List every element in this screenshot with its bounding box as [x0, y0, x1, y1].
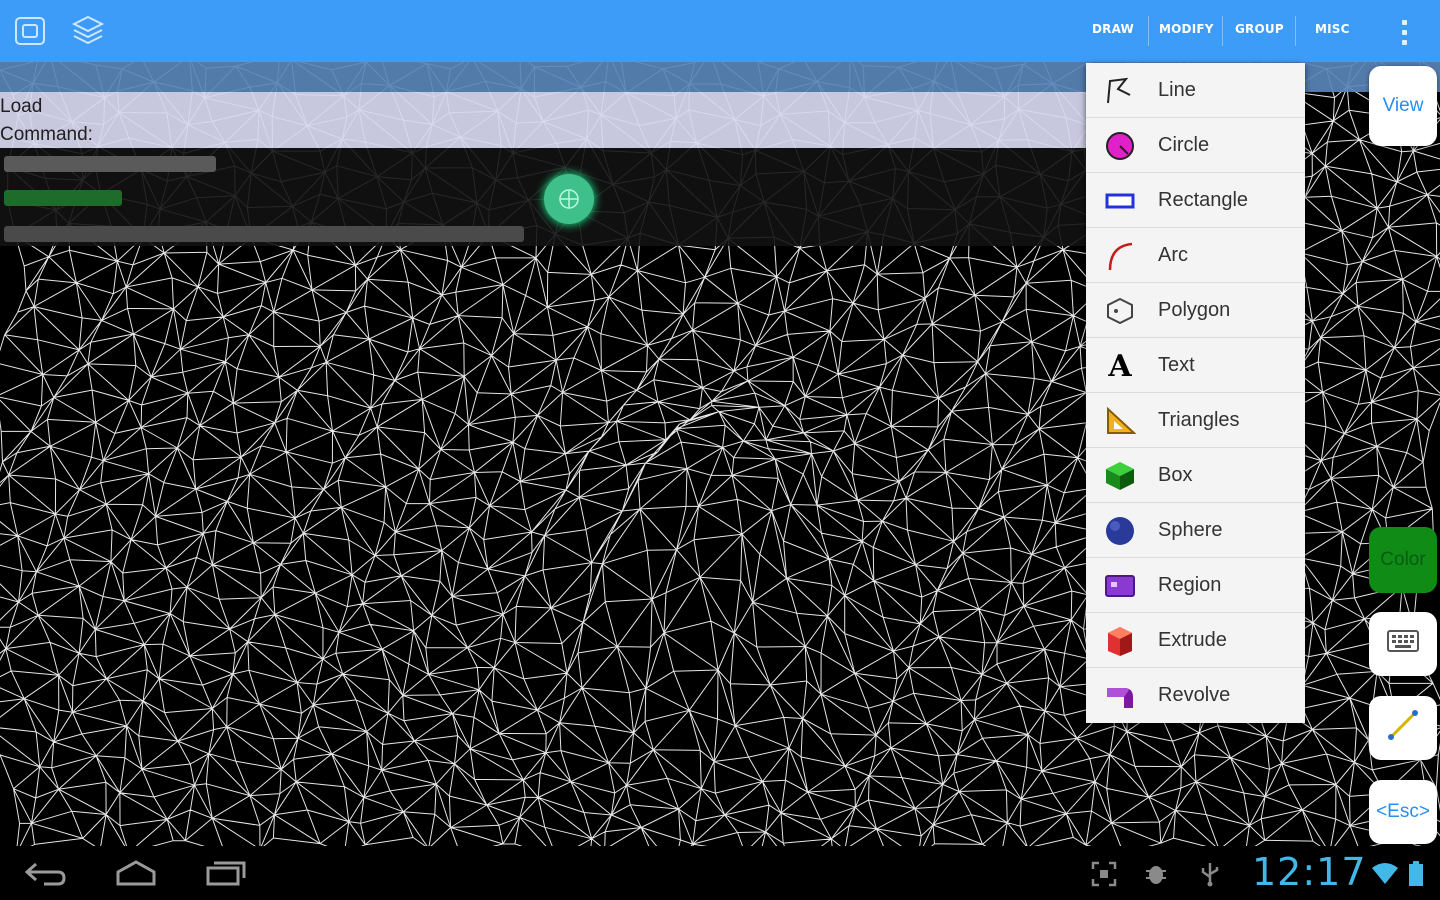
menu-item-label: Line [1158, 78, 1196, 101]
menu-divider [1222, 16, 1223, 46]
home-icon[interactable] [106, 856, 166, 890]
system-navigation-bar [0, 846, 1440, 900]
line-icon [1104, 75, 1136, 107]
sphere-icon [1104, 515, 1136, 547]
menu-item-label: Text [1158, 353, 1195, 376]
action-bar: DRAW MODIFY GROUP MISC [0, 0, 1440, 62]
menu-divider [1295, 16, 1296, 46]
text-icon: A [1108, 348, 1132, 384]
menu-item-label: Rectangle [1158, 188, 1249, 211]
log-line [4, 156, 216, 172]
menu-misc[interactable]: MISC [1315, 22, 1350, 36]
polygon-icon [1104, 295, 1136, 327]
menu-item-line[interactable]: Line [1086, 63, 1305, 118]
menu-item-arc[interactable]: Arc [1086, 228, 1305, 283]
menu-item-label: Region [1158, 573, 1222, 596]
view-button[interactable]: View [1369, 66, 1437, 146]
line-tool-button[interactable] [1369, 696, 1437, 760]
keyboard-icon [1386, 628, 1420, 660]
layers-icon[interactable] [69, 12, 107, 50]
menu-item-extrude[interactable]: Extrude [1086, 613, 1305, 668]
menu-item-label: Arc [1158, 243, 1188, 266]
menu-draw[interactable]: DRAW [1092, 22, 1134, 36]
command-prompt[interactable]: Command: [0, 124, 93, 146]
log-line [4, 190, 122, 206]
overflow-menu-icon[interactable] [1390, 14, 1418, 50]
draw-dropdown-menu: Line Circle Rectangle Arc Polygon A Text [1086, 63, 1305, 723]
menu-item-rectangle[interactable]: Rectangle [1086, 173, 1305, 228]
escape-button[interactable]: <Esc> [1369, 780, 1437, 844]
extrude-icon [1104, 625, 1136, 657]
command-panel: Load Command: [0, 92, 1086, 148]
menu-item-box[interactable]: Box [1086, 448, 1305, 503]
command-log-panel [0, 148, 1086, 246]
log-line [4, 226, 524, 242]
box-icon [1104, 460, 1136, 492]
battery-icon [1402, 860, 1430, 888]
app-window-icon[interactable] [11, 12, 49, 50]
rectangle-icon [1104, 185, 1136, 217]
usb-icon [1196, 860, 1224, 888]
debug-icon [1142, 860, 1170, 888]
wifi-icon [1371, 860, 1399, 888]
keyboard-button[interactable] [1369, 612, 1437, 676]
menu-item-label: Polygon [1158, 298, 1231, 321]
menu-item-region[interactable]: Region [1086, 558, 1305, 613]
circle-icon [1104, 130, 1136, 162]
menu-item-circle[interactable]: Circle [1086, 118, 1305, 173]
triangles-icon [1104, 405, 1136, 437]
revolve-icon [1104, 680, 1136, 712]
back-icon[interactable] [16, 856, 76, 890]
menu-modify[interactable]: MODIFY [1159, 22, 1214, 36]
menu-item-triangles[interactable]: Triangles [1086, 393, 1305, 448]
menu-item-label: Circle [1158, 133, 1210, 156]
menu-group[interactable]: GROUP [1235, 22, 1284, 36]
menu-item-sphere[interactable]: Sphere [1086, 503, 1305, 558]
menu-item-text[interactable]: A Text [1086, 338, 1305, 393]
snap-marker[interactable] [544, 174, 594, 224]
menu-item-polygon[interactable]: Polygon [1086, 283, 1305, 338]
screenshot-icon [1090, 860, 1118, 888]
menu-item-label: Revolve [1158, 684, 1231, 706]
command-history-line: Load [0, 96, 43, 117]
recent-apps-icon[interactable] [196, 856, 256, 890]
menu-item-revolve[interactable]: Revolve [1086, 668, 1305, 723]
line-tool-icon [1383, 705, 1423, 751]
color-button[interactable]: Color [1369, 527, 1437, 593]
menu-item-label: Extrude [1158, 628, 1227, 651]
region-icon [1104, 570, 1136, 602]
menu-item-label: Box [1158, 463, 1193, 486]
menu-divider [1148, 16, 1149, 46]
menu-item-label: Sphere [1158, 518, 1223, 541]
arc-icon [1104, 240, 1136, 272]
status-clock: 12:17 [1252, 850, 1367, 894]
menu-item-label: Triangles [1158, 408, 1240, 431]
